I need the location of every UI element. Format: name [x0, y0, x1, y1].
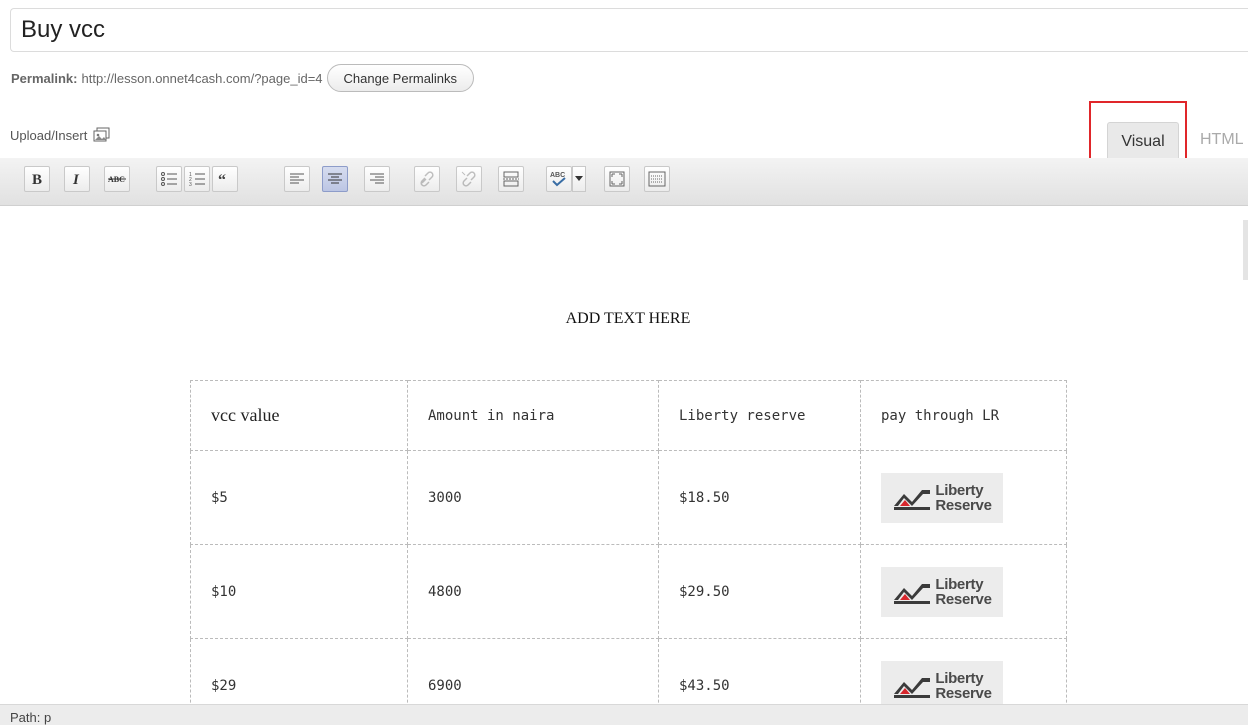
vcc-value-cell[interactable]: $29 [190, 638, 408, 704]
table-header-row: vcc value Amount in naira Liberty reserv… [190, 380, 1067, 451]
liberty-reserve-logo-icon [894, 489, 931, 510]
logo-line-2: Reserve [935, 684, 992, 702]
bold-button[interactable]: B [24, 166, 50, 192]
align-center-button[interactable] [322, 166, 348, 192]
post-title-input[interactable]: Buy vcc [10, 8, 1248, 52]
logo-line-1: Liberty [935, 575, 984, 593]
pay-through-lr-cell[interactable]: Liberty Reserve [860, 450, 1067, 545]
add-text-paragraph[interactable]: ADD TEXT HERE [0, 310, 1248, 328]
table-row: $10 4800 $29.50 Liberty Reserve [190, 544, 1067, 639]
svg-text:“: “ [218, 172, 226, 188]
insert-more-button[interactable] [498, 166, 524, 192]
logo-line-1: Liberty [935, 669, 984, 687]
kitchen-sink-button[interactable] [644, 166, 670, 192]
permalink-row: Permalink: http://lesson.onnet4cash.com/… [11, 63, 474, 93]
change-permalinks-button[interactable]: Change Permalinks [326, 64, 474, 92]
liberty-reserve-logo[interactable]: Liberty Reserve [881, 472, 1003, 523]
liberty-reserve-cell[interactable]: $43.50 [658, 638, 861, 704]
price-table[interactable]: vcc value Amount in naira Liberty reserv… [190, 380, 1067, 704]
table-row: $5 3000 $18.50 Liberty Reserve [190, 450, 1067, 545]
blockquote-button[interactable]: “ [212, 166, 238, 192]
table-row: $29 6900 $43.50 Liberty Reserve [190, 638, 1067, 704]
liberty-reserve-cell[interactable]: $18.50 [658, 450, 861, 545]
align-right-button[interactable] [364, 166, 390, 192]
fullscreen-button[interactable] [604, 166, 630, 192]
naira-amount-cell[interactable]: 4800 [407, 544, 659, 639]
vcc-value-cell[interactable]: $5 [190, 450, 408, 545]
pay-through-lr-cell[interactable]: Liberty Reserve [860, 544, 1067, 639]
svg-text:I: I [72, 172, 80, 187]
pay-through-lr-cell[interactable]: Liberty Reserve [860, 638, 1067, 704]
editor-path-statusbar: Path: p [0, 704, 1248, 725]
liberty-reserve-logo-icon [894, 583, 931, 604]
logo-line-2: Reserve [935, 496, 992, 514]
vcc-value-cell[interactable]: $10 [190, 544, 408, 639]
media-gallery-icon[interactable] [93, 127, 111, 143]
liberty-reserve-wordmark: Liberty Reserve [935, 481, 992, 514]
liberty-reserve-logo[interactable]: Liberty Reserve [881, 566, 1003, 617]
editor-content-area[interactable]: ADD TEXT HERE vcc value Amount in naira … [0, 206, 1248, 704]
liberty-reserve-logo-icon [894, 677, 931, 698]
svg-text:B: B [32, 172, 42, 187]
liberty-reserve-cell[interactable]: $29.50 [658, 544, 861, 639]
numbered-list-button[interactable]: 1 2 3 [184, 166, 210, 192]
naira-amount-cell[interactable]: 6900 [407, 638, 659, 704]
permalink-label: Permalink: [11, 70, 78, 86]
tab-html[interactable]: HTML [1184, 122, 1248, 158]
bullet-list-button[interactable] [156, 166, 182, 192]
strikethrough-button[interactable]: ABC [104, 166, 130, 192]
svg-text:ABC: ABC [550, 172, 565, 179]
liberty-reserve-wordmark: Liberty Reserve [935, 669, 992, 702]
editor-toolbar: B I ABC 1 2 3 “ ABC [0, 158, 1248, 206]
logo-line-2: Reserve [935, 590, 992, 608]
tab-visual[interactable]: Visual [1107, 122, 1179, 160]
table-header-cell[interactable]: pay through LR [860, 380, 1067, 451]
liberty-reserve-wordmark: Liberty Reserve [935, 575, 992, 608]
upload-insert: Upload/Insert [10, 127, 111, 143]
insert-link-button[interactable] [414, 166, 440, 192]
table-header-cell[interactable]: vcc value [190, 380, 408, 451]
upload-insert-label: Upload/Insert [10, 127, 88, 143]
table-header-cell[interactable]: Amount in naira [407, 380, 659, 451]
naira-amount-cell[interactable]: 3000 [407, 450, 659, 545]
editor-scrollbar[interactable] [1243, 220, 1248, 280]
spellcheck-button[interactable]: ABC [546, 166, 572, 192]
table-header-cell[interactable]: Liberty reserve [658, 380, 861, 451]
svg-text:3: 3 [189, 182, 192, 188]
liberty-reserve-logo[interactable]: Liberty Reserve [881, 660, 1003, 704]
italic-button[interactable]: I [64, 166, 90, 192]
permalink-url[interactable]: http://lesson.onnet4cash.com/?page_id=4 [81, 71, 322, 86]
spellcheck-dropdown-icon[interactable] [572, 166, 586, 192]
align-left-button[interactable] [284, 166, 310, 192]
logo-line-1: Liberty [935, 481, 984, 499]
remove-link-button[interactable] [456, 166, 482, 192]
